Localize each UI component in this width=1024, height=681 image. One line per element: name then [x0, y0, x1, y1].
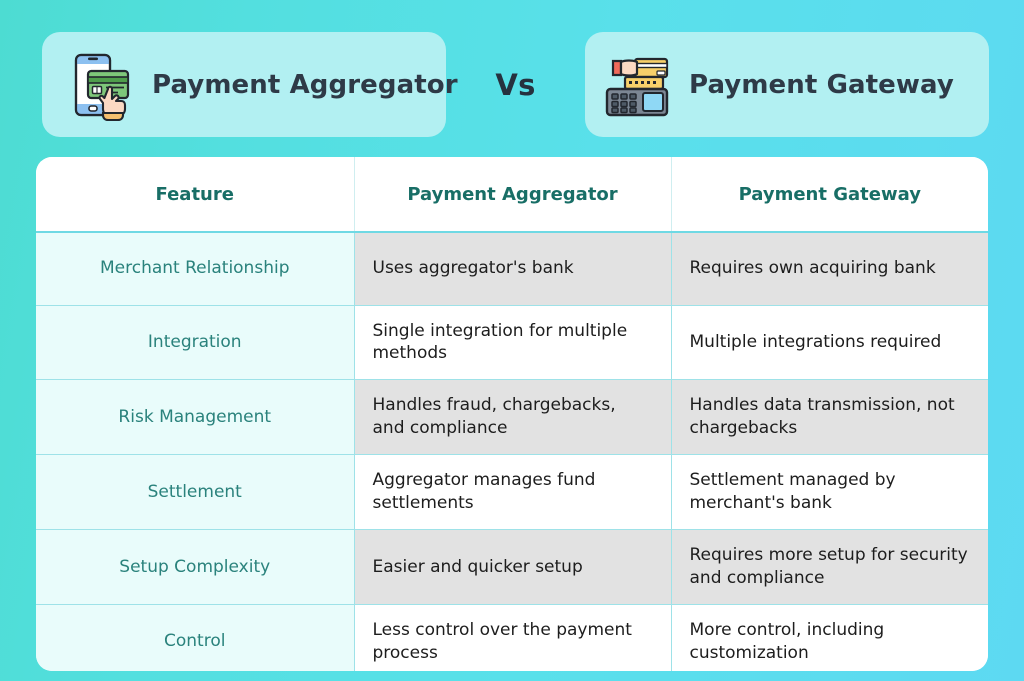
table-row: Risk Management Handles fraud, chargeback… — [36, 379, 988, 456]
table-row: Settlement Aggregator manages fund settle… — [36, 454, 988, 531]
smartphone-credit-card-tap-icon — [62, 47, 138, 123]
aggregator-value-cell: Aggregator manages fund settlements — [354, 454, 672, 531]
infographic-page: Payment Aggregator Vs Payment Gateway Fe… — [0, 0, 1024, 681]
aggregator-value-cell: Handles fraud, chargebacks, and complian… — [354, 379, 672, 456]
vs-label: Vs — [495, 67, 536, 102]
column-header-feature: Feature — [36, 157, 355, 233]
feature-label-cell: Settlement — [36, 454, 355, 531]
column-header-payment-aggregator: Payment Aggregator — [354, 157, 672, 233]
table-row: Control Less control over the payment pro… — [36, 604, 988, 671]
gateway-value-cell: Requires more setup for security and com… — [671, 529, 988, 605]
aggregator-value-cell: Easier and quicker setup — [354, 529, 672, 605]
comparison-header-band: Payment Aggregator Vs Payment Gateway — [0, 0, 1024, 152]
gateway-value-cell: Requires own acquiring bank — [671, 232, 988, 306]
table-head: Feature Payment Aggregator Payment Gatew… — [36, 157, 988, 233]
aggregator-value-cell: Single integration for multiple methods — [354, 305, 672, 381]
table-row: Setup Complexity Easier and quicker setup… — [36, 529, 988, 605]
header-card-payment-gateway: Payment Gateway — [585, 32, 989, 137]
feature-label-cell: Setup Complexity — [36, 529, 355, 605]
header-card-left-title: Payment Aggregator — [152, 69, 458, 100]
aggregator-value-cell: Uses aggregator's bank — [354, 232, 672, 306]
header-card-payment-aggregator: Payment Aggregator — [42, 32, 458, 137]
feature-label-cell: Risk Management — [36, 379, 355, 456]
table-row: Integration Single integration for multip… — [36, 305, 988, 381]
gateway-value-cell: More control, including customization — [671, 604, 988, 671]
comparison-table: Feature Payment Aggregator Payment Gatew… — [36, 157, 988, 671]
feature-label-cell: Control — [36, 604, 355, 671]
gateway-value-cell: Multiple integrations required — [671, 305, 988, 381]
feature-label-cell: Merchant Relationship — [36, 232, 355, 306]
header-card-right-title: Payment Gateway — [689, 69, 954, 100]
table-header-row: Feature Payment Aggregator Payment Gatew… — [36, 157, 988, 233]
comparison-table-container: Feature Payment Aggregator Payment Gatew… — [36, 157, 988, 671]
gateway-value-cell: Handles data transmission, not chargebac… — [671, 379, 988, 456]
table-body: Merchant Relationship Uses aggregator's b… — [36, 232, 988, 671]
table-row: Merchant Relationship Uses aggregator's b… — [36, 232, 988, 306]
gateway-value-cell: Settlement managed by merchant's bank — [671, 454, 988, 531]
feature-label-cell: Integration — [36, 305, 355, 381]
aggregator-value-cell: Less control over the payment process — [354, 604, 672, 671]
column-header-payment-gateway: Payment Gateway — [671, 157, 988, 233]
pos-terminal-card-swipe-icon — [599, 47, 675, 123]
